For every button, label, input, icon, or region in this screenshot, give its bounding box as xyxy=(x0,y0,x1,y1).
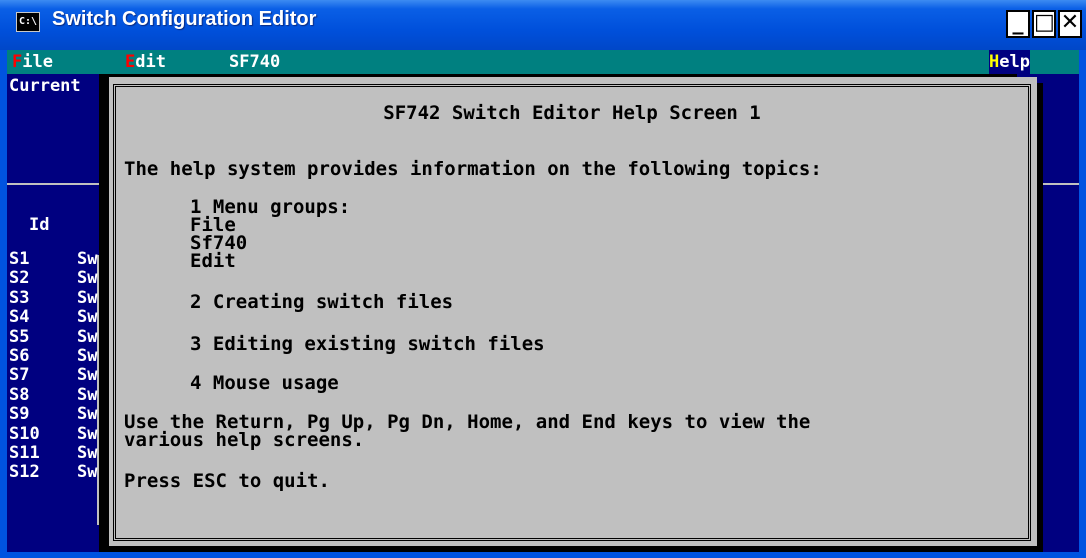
switch-name[interactable]: Sw xyxy=(77,443,107,463)
menu-edit-label: dit xyxy=(135,52,166,72)
switch-id[interactable]: S9 xyxy=(9,404,59,424)
menu-sf740-label: SF740 xyxy=(229,52,281,72)
menu-file-label: ile xyxy=(22,52,53,72)
console-icon[interactable]: C:\ xyxy=(16,12,40,32)
switch-id[interactable]: S7 xyxy=(9,365,59,385)
menu-help[interactable]: Help xyxy=(989,50,1030,74)
help-frame: SF742 Switch Editor Help Screen 1 The he… xyxy=(113,84,1031,541)
window-title: Switch Configuration Editor xyxy=(52,8,317,30)
switch-name-list: Sw Sw Sw Sw Sw Sw Sw Sw Sw Sw Sw Sw xyxy=(77,250,107,483)
help-intro: The help system provides information on … xyxy=(124,158,822,180)
switch-id[interactable]: S4 xyxy=(9,307,59,327)
switch-name[interactable]: Sw xyxy=(77,424,107,444)
menu-file-hotkey: F xyxy=(12,52,23,72)
app-window: C:\ Switch Configuration Editor _ □ ✕ Fi… xyxy=(0,0,1086,558)
switch-name[interactable]: Sw xyxy=(77,288,107,308)
topic-creating-switch-files[interactable]: 2 Creating switch files xyxy=(190,292,453,312)
current-label: Current xyxy=(9,76,81,96)
menu-file[interactable]: File xyxy=(12,50,53,74)
menu-bar: File Edit SF740 Help xyxy=(7,50,1079,74)
topic-subitem-edit[interactable]: Edit xyxy=(190,251,236,271)
switch-id[interactable]: S6 xyxy=(9,346,59,366)
switch-id-list: S1 S2 S3 S4 S5 S6 S7 S8 S9 S10 S11 S12 xyxy=(9,249,59,483)
close-button[interactable]: ✕ xyxy=(1058,10,1082,38)
left-divider xyxy=(7,183,99,185)
switch-id[interactable]: S5 xyxy=(9,327,59,347)
id-header: Id xyxy=(29,215,50,235)
switch-id[interactable]: S8 xyxy=(9,385,59,405)
switch-id[interactable]: S2 xyxy=(9,268,59,288)
topic-mouse-usage[interactable]: 4 Mouse usage xyxy=(190,373,339,393)
maximize-button[interactable]: □ xyxy=(1032,10,1056,38)
title-bar[interactable]: C:\ Switch Configuration Editor _ □ ✕ xyxy=(0,0,1086,50)
menu-sf740[interactable]: SF740 xyxy=(229,50,280,74)
switch-name[interactable]: Sw xyxy=(77,327,107,347)
switch-id[interactable]: S3 xyxy=(9,288,59,308)
switch-name[interactable]: Sw xyxy=(77,268,107,288)
switch-name[interactable]: Sw xyxy=(77,346,107,366)
switch-name[interactable]: Sw xyxy=(77,250,107,269)
menu-help-label: elp xyxy=(999,52,1030,72)
switch-id[interactable]: S12 xyxy=(9,462,59,482)
menu-help-hotkey: H xyxy=(989,52,1000,72)
menu-edit-hotkey: E xyxy=(125,52,136,72)
menu-edit[interactable]: Edit xyxy=(125,50,166,74)
topic-editing-switch-files[interactable]: 3 Editing existing switch files xyxy=(190,334,545,354)
minimize-button[interactable]: _ xyxy=(1006,10,1030,38)
switch-name[interactable]: Sw xyxy=(77,404,107,424)
switch-id[interactable]: S10 xyxy=(9,424,59,444)
switch-name[interactable]: Sw xyxy=(77,365,107,385)
switch-name[interactable]: Sw xyxy=(77,307,107,327)
switch-id[interactable]: S11 xyxy=(9,443,59,463)
help-nav-line-2: various help screens. xyxy=(124,429,365,451)
switch-name[interactable]: Sw xyxy=(77,385,107,405)
switch-name[interactable]: Sw xyxy=(77,462,107,482)
help-dialog: SF742 Switch Editor Help Screen 1 The he… xyxy=(109,77,1037,546)
help-title: SF742 Switch Editor Help Screen 1 xyxy=(383,102,761,124)
switch-id[interactable]: S1 xyxy=(9,249,59,269)
help-quit-hint: Press ESC to quit. xyxy=(124,470,330,492)
console-area: File Edit SF740 Help Current Id S1 S2 S3… xyxy=(7,50,1079,552)
